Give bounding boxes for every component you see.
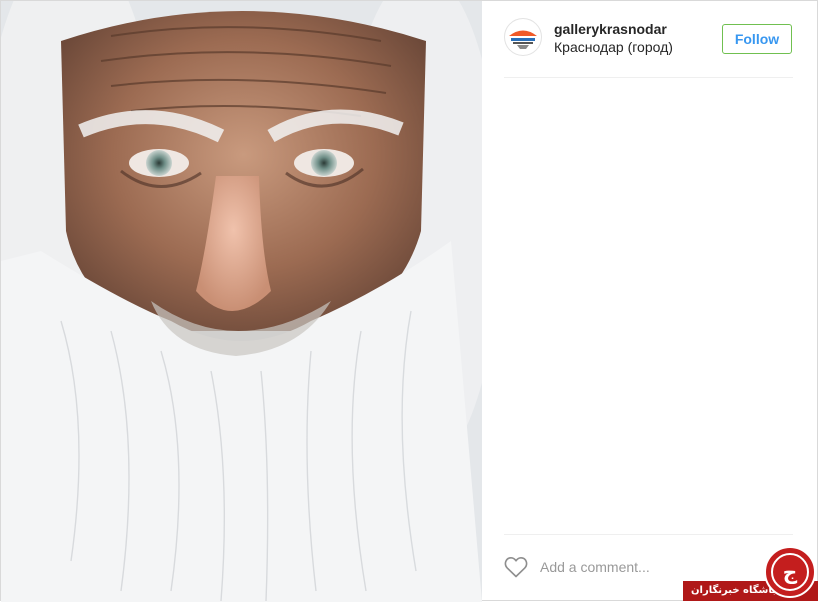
avatar[interactable] [504,18,542,56]
post-details-panel: gallerykrasnodar Краснодар (город) Follo… [482,1,817,600]
svg-text:ج: ج [783,560,798,584]
photo-illustration [1,1,482,602]
comment-row [504,554,784,580]
gallery-logo-avatar-icon [505,19,541,55]
follow-button[interactable]: Follow [722,24,792,54]
username-link[interactable]: gallerykrasnodar [554,21,667,37]
location-link[interactable]: Краснодар (город) [554,39,673,55]
watermark-logo-icon: ج [771,553,809,591]
watermark-logo: ج [764,546,816,598]
header-divider [504,77,793,78]
comments-divider [504,534,793,535]
comment-input[interactable] [540,556,740,578]
post-frame: gallerykrasnodar Краснодар (город) Follo… [0,0,818,602]
heart-outline-icon[interactable] [504,556,528,578]
post-photo[interactable] [1,1,482,602]
